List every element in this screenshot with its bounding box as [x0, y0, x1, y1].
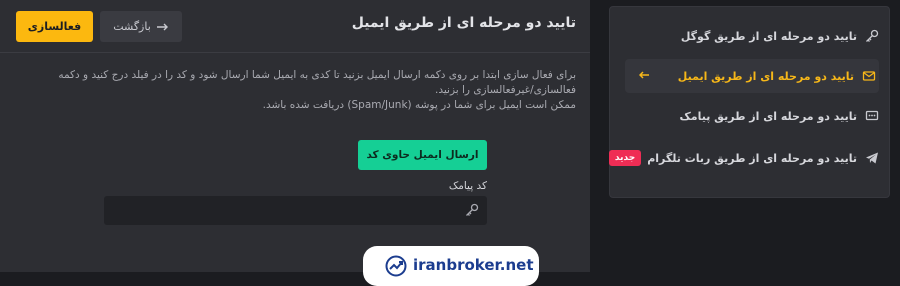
sms-icon	[865, 110, 879, 121]
email-2fa-panel: تایید دو مرحله ای از طریق ایمیل بازگشت ف…	[0, 0, 590, 272]
sidebar-item-telegram[interactable]: تایید دو مرحله ای از طریق ربات تلگرام جد…	[608, 141, 879, 175]
key-icon	[866, 29, 879, 42]
2fa-methods-sidebar: تایید دو مرحله ای از طریق گوگل تایید دو …	[608, 6, 890, 198]
code-field-label: کد پیامک	[448, 180, 487, 192]
panel-header: تایید دو مرحله ای از طریق ایمیل بازگشت ف…	[0, 0, 590, 53]
telegram-icon	[866, 152, 878, 164]
sidebar-item-email[interactable]: تایید دو مرحله ای از طریق ایمیل	[625, 59, 879, 93]
code-field[interactable]	[104, 196, 487, 225]
description-line-2: فعالسازی/غیرفعالسازی را بزنید.	[435, 84, 576, 96]
sidebar-item-label: تایید دو مرحله ای از طریق پیامک	[679, 109, 857, 123]
watermark: iranbroker.net	[363, 246, 539, 286]
send-email-button[interactable]: ارسال ایمیل حاوی کد	[358, 140, 487, 170]
sidebar-item-label: تایید دو مرحله ای از طریق ایمیل	[677, 69, 854, 83]
arrow-left-icon	[638, 69, 649, 83]
sidebar-item-sms[interactable]: تایید دو مرحله ای از طریق پیامک	[680, 99, 879, 133]
back-button-label: بازگشت	[113, 20, 151, 33]
sidebar-item-label: تایید دو مرحله ای از طریق ربات تلگرام	[647, 151, 857, 165]
code-input[interactable]	[104, 196, 470, 225]
description: برای فعال سازی ابتدا بر روی دکمه ارسال ا…	[11, 68, 576, 113]
iranbroker-logo-icon	[385, 255, 407, 277]
activate-button[interactable]: فعالسازی	[16, 11, 93, 42]
page-title: تایید دو مرحله ای از طریق ایمیل	[351, 15, 576, 31]
description-line-3: ممکن است ایمیل برای شما در پوشه (Spam/Ju…	[262, 99, 576, 111]
envelope-icon	[862, 71, 876, 81]
new-badge: جدید	[608, 150, 642, 166]
sidebar-item-label: تایید دو مرحله ای از طریق گوگل	[680, 29, 857, 43]
arrow-right-icon	[156, 23, 168, 30]
description-line-1: برای فعال سازی ابتدا بر روی دکمه ارسال ا…	[58, 69, 576, 81]
watermark-text: iranbroker.net	[413, 256, 534, 274]
back-button[interactable]: بازگشت	[100, 11, 182, 42]
key-icon	[466, 203, 479, 216]
sidebar-item-google[interactable]: تایید دو مرحله ای از طریق گوگل	[681, 19, 879, 53]
